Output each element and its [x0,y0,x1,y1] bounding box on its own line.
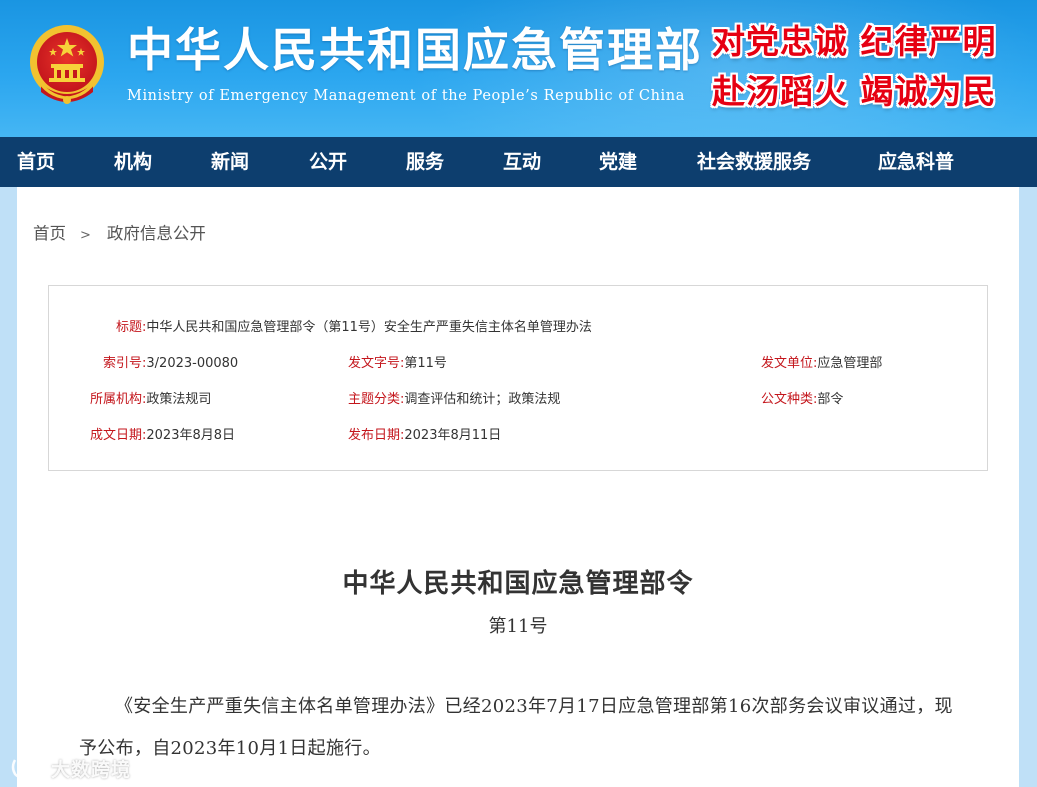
site-title: 中华人民共和国应急管理部 [127,23,703,77]
meta-org: 所属机构:政策法规司 [90,388,211,407]
meta-created: 成文日期:2023年8月8日 [90,424,235,443]
meta-org-value: 政策法规司 [146,392,212,407]
meta-docno: 发文字号:第11号 [348,352,447,371]
nav-item-services[interactable]: 服务 [406,137,444,187]
meta-published-value: 2023年8月11日 [404,428,502,443]
content-panel: 首页 > 政府信息公开 标题:中华人民共和国应急管理部令（第11号）安全生产严重失信… [17,187,1019,787]
breadcrumb-current-link[interactable]: 政府信息公开 [107,224,206,243]
site-subtitle: Ministry of Emergency Management of the … [127,88,685,104]
meta-topic: 主题分类:调查评估和统计；政策法规 [348,388,560,407]
watermark: 大数跨境 [9,752,130,782]
nav-item-home[interactable]: 首页 [17,137,55,187]
nav-item-disclosure[interactable]: 公开 [309,137,347,187]
slogan-line-1: 对党忠诚 纪律严明 [712,22,997,61]
meta-title-value: 中华人民共和国应急管理部令（第11号）安全生产严重失信主体名单管理办法 [146,320,592,335]
meta-doctype: 公文种类:部令 [761,388,843,407]
meta-topic-label: 主题分类: [348,392,405,407]
watermark-logo-icon [11,757,44,778]
nav-item-party-building[interactable]: 党建 [599,137,637,187]
document-metadata-box: 标题:中华人民共和国应急管理部令（第11号）安全生产严重失信主体名单管理办法 索… [48,285,988,471]
national-emblem-icon[interactable] [27,22,107,108]
meta-index-value: 3/2023-00080 [146,356,239,371]
slogan-line-2: 赴汤蹈火 竭诚为民 [712,72,997,111]
breadcrumb: 首页 > 政府信息公开 [33,220,206,244]
meta-doctype-value: 部令 [817,392,844,407]
nav-item-science[interactable]: 应急科普 [878,137,954,187]
meta-docno-label: 发文字号: [348,356,405,371]
breadcrumb-home-link[interactable]: 首页 [33,224,66,243]
meta-title: 标题:中华人民共和国应急管理部令（第11号）安全生产严重失信主体名单管理办法 [116,316,592,335]
breadcrumb-separator: > [80,228,91,243]
meta-index-label: 索引号: [103,356,147,371]
main-nav: 首页 机构 新闻 公开 服务 互动 党建 社会救援服务 应急科普 [0,137,1037,187]
meta-index: 索引号:3/2023-00080 [103,352,238,371]
meta-docno-value: 第11号 [404,356,447,371]
meta-doctype-label: 公文种类: [761,392,818,407]
meta-title-label: 标题: [116,320,147,335]
document-title: 中华人民共和国应急管理部令 [342,569,694,599]
nav-item-organization[interactable]: 机构 [114,137,152,187]
watermark-text: 大数跨境 [51,759,132,781]
meta-org-label: 所属机构: [90,392,147,407]
meta-issuer-label: 发文单位: [761,356,818,371]
meta-created-label: 成文日期: [90,428,147,443]
nav-item-news[interactable]: 新闻 [211,137,249,187]
meta-issuer: 发文单位:应急管理部 [761,352,882,371]
meta-published-label: 发布日期: [348,428,405,443]
document-paragraph: 《安全生产严重失信主体名单管理办法》已经2023年7月17日应急管理部第16次部… [79,696,953,759]
meta-published: 发布日期:2023年8月11日 [348,424,501,443]
nav-item-interaction[interactable]: 互动 [503,137,541,187]
meta-issuer-value: 应急管理部 [817,356,883,371]
document-number: 第11号 [488,616,548,637]
site-header: 中华人民共和国应急管理部 Ministry of Emergency Manag… [0,0,1037,137]
meta-created-value: 2023年8月8日 [146,428,236,443]
nav-item-social-rescue[interactable]: 社会救援服务 [697,137,811,187]
meta-topic-value: 调查评估和统计；政策法规 [404,392,561,407]
